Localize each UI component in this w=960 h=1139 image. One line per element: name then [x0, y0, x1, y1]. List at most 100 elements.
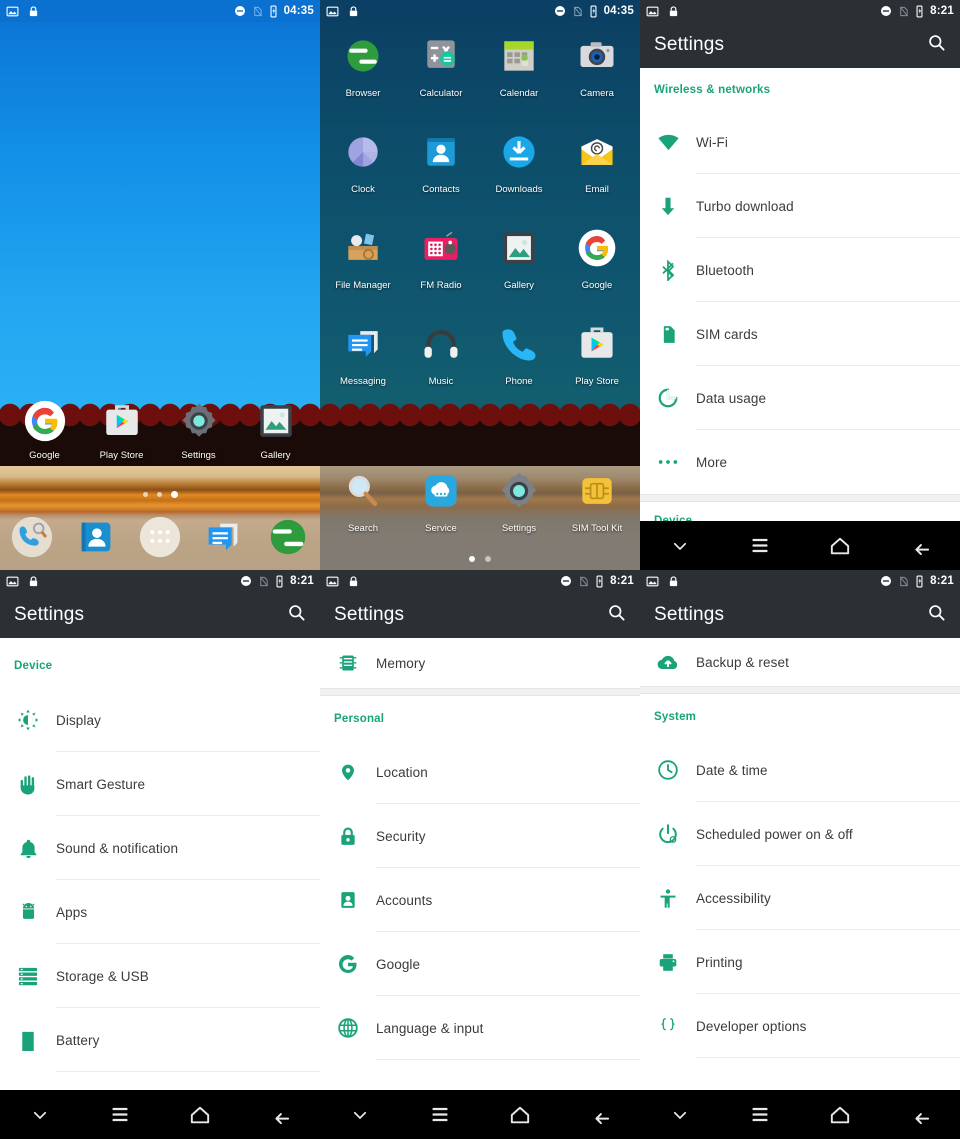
settings-row-scheduled-power[interactable]: Scheduled power on & off	[640, 802, 960, 866]
settings-row-battery[interactable]: Battery	[0, 1008, 320, 1072]
settings-row-smart-gesture[interactable]: Smart Gesture	[0, 752, 320, 816]
settings-row-more[interactable]: More	[640, 430, 960, 494]
back-button[interactable]	[240, 1106, 320, 1124]
page-dot-active[interactable]	[170, 491, 178, 498]
drawer-app-email[interactable]: Email	[558, 130, 636, 195]
settings-row-sim-cards[interactable]: SIM cards	[640, 302, 960, 366]
play-store-icon	[575, 322, 619, 366]
home-app-google[interactable]: Google	[13, 400, 77, 461]
search-button[interactable]	[607, 603, 626, 627]
settings-row-developer-options[interactable]: Developer options	[640, 994, 960, 1058]
settings-row-security[interactable]: Security	[320, 804, 640, 868]
drawer-app-browser[interactable]: Browser	[324, 34, 402, 99]
drawer-app-settings[interactable]: Settings	[480, 469, 558, 534]
page-dot-active[interactable]	[469, 556, 475, 562]
drawer-app-google[interactable]: Google	[558, 226, 636, 291]
dock-item-phone[interactable]	[9, 514, 55, 565]
hide-keyboard-button[interactable]	[0, 1106, 80, 1124]
drawer-app-camera[interactable]: Camera	[558, 34, 636, 99]
settings-row-wifi[interactable]: Wi-Fi	[640, 110, 960, 174]
drawer-app-contacts[interactable]: Contacts	[402, 130, 480, 195]
lock-icon	[28, 5, 39, 18]
settings-row-apps[interactable]: Apps	[0, 880, 320, 944]
page-dot[interactable]	[156, 492, 162, 497]
home-button[interactable]	[800, 536, 880, 556]
service-cloud-icon	[419, 469, 463, 513]
drawer-app-fm-radio[interactable]: FM Radio	[402, 226, 480, 291]
settings-row-location[interactable]: Location	[320, 740, 640, 804]
settings-row-printing[interactable]: Printing	[640, 930, 960, 994]
back-button[interactable]	[880, 1106, 960, 1124]
row-divider	[56, 1071, 320, 1072]
fm-radio-icon	[419, 226, 463, 270]
drawer-app-phone[interactable]: Phone	[480, 322, 558, 387]
drawer-app-label: Settings	[501, 523, 537, 534]
row-divider	[376, 1059, 640, 1060]
settings-row-storage-usb[interactable]: Storage & USB	[0, 944, 320, 1008]
dock-item-messaging[interactable]	[201, 514, 247, 565]
search-button[interactable]	[287, 603, 306, 627]
page-dot[interactable]	[485, 556, 491, 562]
settings-row-label: Memory	[376, 655, 426, 671]
more-dots-icon	[640, 458, 696, 466]
drawer-app-service[interactable]: Service	[402, 469, 480, 534]
status-bar-right: 8:21	[880, 575, 954, 588]
settings-row-data-usage[interactable]: Data usage	[640, 366, 960, 430]
drawer-app-label: Calendar	[499, 88, 539, 99]
drawer-app-calendar[interactable]: Calendar	[480, 34, 558, 99]
lock-icon	[348, 575, 359, 588]
settings-row-accounts[interactable]: Accounts	[320, 868, 640, 932]
settings-row-label: Battery	[56, 1032, 100, 1048]
drawer-app-play-store[interactable]: Play Store	[558, 322, 636, 387]
drawer-app-label: Messaging	[340, 376, 386, 387]
home-app-settings[interactable]: Settings	[167, 400, 231, 461]
drawer-app-messaging[interactable]: Messaging	[324, 322, 402, 387]
home-app-gallery[interactable]: Gallery	[244, 400, 308, 461]
screenshot-icon	[6, 5, 19, 18]
drawer-app-file-manager[interactable]: File Manager	[324, 226, 402, 291]
hide-keyboard-button[interactable]	[640, 537, 720, 555]
recents-button[interactable]	[80, 1106, 160, 1123]
recents-button[interactable]	[720, 1106, 800, 1123]
status-bar-left	[646, 575, 679, 588]
recents-button[interactable]	[400, 1106, 480, 1123]
drawer-app-music[interactable]: Music	[402, 322, 480, 387]
recents-button[interactable]	[720, 537, 800, 554]
hide-keyboard-button[interactable]	[320, 1106, 400, 1124]
settings-row-date-time[interactable]: Date & time	[640, 738, 960, 802]
home-button[interactable]	[160, 1105, 240, 1125]
drawer-app-gallery[interactable]: Gallery	[480, 226, 558, 291]
phone-icon	[497, 322, 541, 366]
home-button[interactable]	[800, 1105, 880, 1125]
hide-keyboard-button[interactable]	[640, 1106, 720, 1124]
settings-row-label: Date & time	[696, 762, 768, 778]
settings-row-language-input[interactable]: Language & input	[320, 996, 640, 1060]
home-app-play-store[interactable]: Play Store	[90, 400, 154, 461]
drawer-app-sim-tool-kit[interactable]: SIM Tool Kit	[558, 469, 636, 534]
dock-item-browser[interactable]	[265, 514, 311, 565]
page-dot[interactable]	[142, 492, 148, 497]
search-button[interactable]	[927, 603, 946, 627]
settings-row-memory[interactable]: Memory	[320, 638, 640, 688]
back-button[interactable]	[880, 537, 960, 555]
drawer-app-downloads[interactable]: Downloads	[480, 130, 558, 195]
drawer-app-clock[interactable]: Clock	[324, 130, 402, 195]
settings-row-turbo-download[interactable]: Turbo download	[640, 174, 960, 238]
wifi-icon	[640, 131, 696, 154]
page-title: Settings	[654, 34, 725, 55]
settings-row-accessibility[interactable]: Accessibility	[640, 866, 960, 930]
dock-item-app-drawer[interactable]	[137, 514, 183, 565]
drawer-app-calculator[interactable]: Calculator	[402, 34, 480, 99]
search-button[interactable]	[927, 33, 946, 57]
drawer-app-search[interactable]: Search	[324, 469, 402, 534]
settings-row-backup-reset[interactable]: Backup & reset	[640, 638, 960, 686]
settings-row-google[interactable]: Google	[320, 932, 640, 996]
settings-row-sound-notification[interactable]: Sound & notification	[0, 816, 320, 880]
settings-list: Device Display Smart Gesture Sound & not…	[0, 638, 320, 1139]
back-button[interactable]	[560, 1106, 640, 1124]
dock-item-contacts[interactable]	[73, 514, 119, 565]
settings-row-bluetooth[interactable]: Bluetooth	[640, 238, 960, 302]
home-button[interactable]	[480, 1105, 560, 1125]
contacts-icon	[419, 130, 463, 174]
settings-row-display[interactable]: Display	[0, 688, 320, 752]
